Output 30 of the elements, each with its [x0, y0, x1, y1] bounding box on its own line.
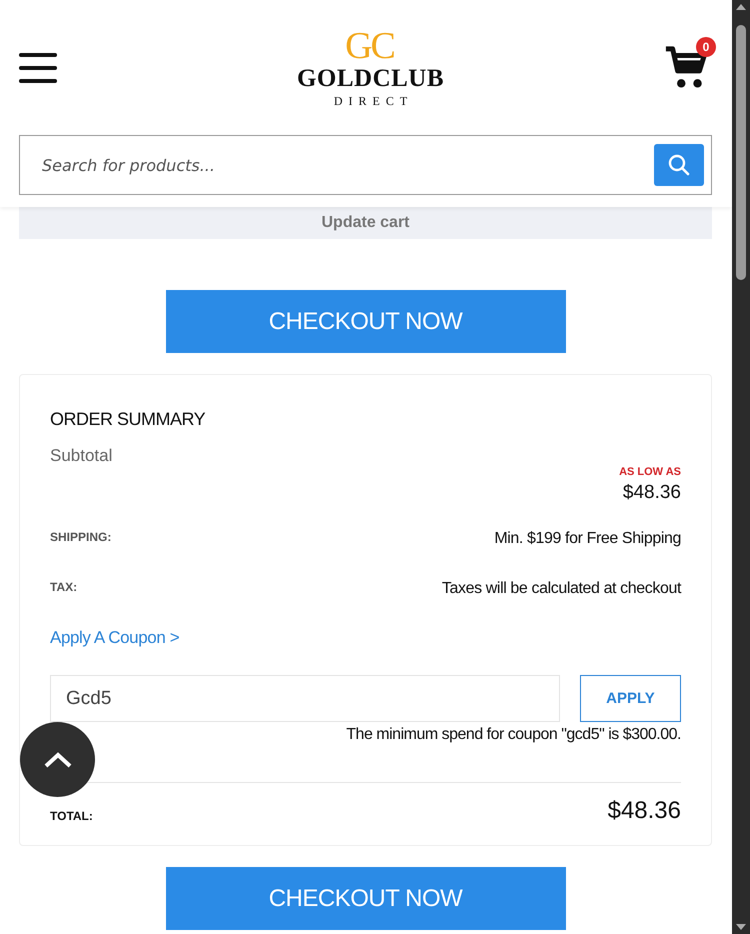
summary-label: SHIPPING: — [50, 530, 112, 544]
cart-count-badge: 0 — [696, 36, 716, 56]
checkout-button[interactable]: CHECKOUT NOW — [166, 867, 566, 930]
scrollbar[interactable] — [732, 0, 750, 934]
total-value: $48.36 — [608, 797, 681, 825]
logo-mark: GC — [345, 26, 395, 64]
scroll-down-icon[interactable] — [736, 924, 746, 930]
coupon-input[interactable]: Gcd5 — [50, 675, 560, 722]
logo-tagline: DIRECT — [332, 92, 414, 108]
chevron-up-icon — [42, 750, 72, 768]
update-cart-button[interactable]: Update cart — [19, 207, 712, 239]
coupon-error-message: The minimum spend for coupon "gcd5" is $300.00. — [346, 726, 681, 744]
subtotal-value: $48.36 — [622, 482, 681, 504]
summary-title: ORDER SUMMARY — [50, 409, 206, 430]
summary-value: Taxes will be calculated at checkout — [442, 580, 681, 598]
search-bar[interactable]: Search for products... — [19, 135, 712, 195]
scroll-up-icon[interactable] — [736, 4, 746, 10]
checkout-button[interactable]: CHECKOUT NOW — [166, 290, 566, 353]
search-button[interactable] — [654, 144, 704, 186]
apply-button[interactable]: APPLY — [580, 675, 681, 722]
subtotal-label: Subtotal — [50, 446, 114, 466]
summary-label: TAX: — [50, 580, 78, 594]
menu-icon[interactable] — [19, 52, 57, 82]
apply-coupon-link[interactable]: Apply A Coupon > — [50, 628, 180, 648]
scrollbar-thumb[interactable] — [736, 24, 746, 280]
logo-name: GOLDCLUB — [296, 64, 444, 92]
search-icon — [667, 153, 691, 177]
price-note: AS LOW AS — [619, 466, 681, 478]
summary-value: Min. $199 for Free Shipping — [494, 530, 681, 548]
total-label: TOTAL: — [50, 809, 93, 823]
